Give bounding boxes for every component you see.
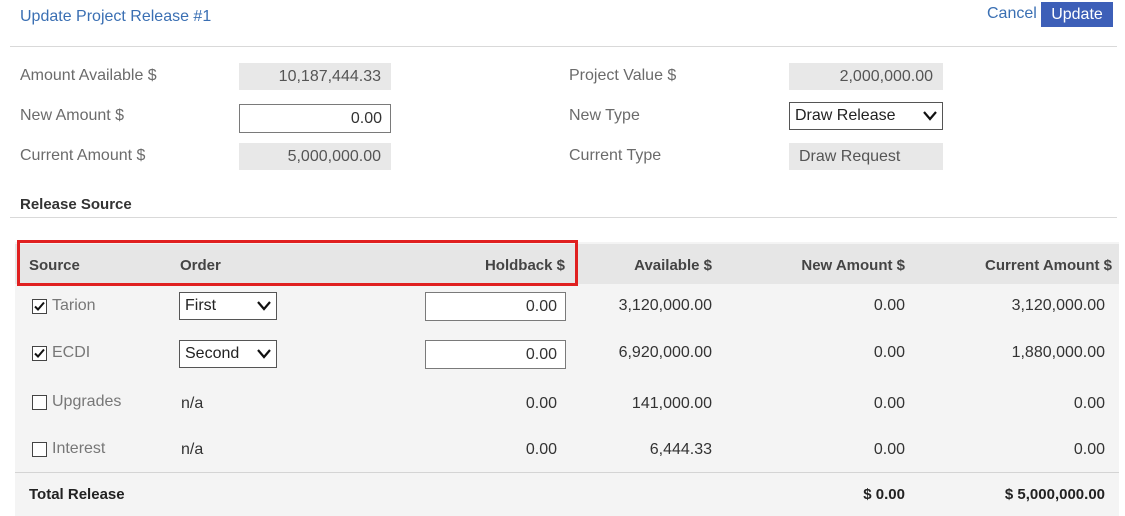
ecdi-order-value: Second	[185, 345, 240, 362]
new-type-select[interactable]: Draw Release	[789, 102, 943, 130]
interest-current-amount: 0.00	[1073, 441, 1105, 458]
interest-new-amount: 0.00	[873, 441, 905, 458]
ecdi-new-amount: 0.00	[873, 344, 905, 361]
chevron-down-icon	[257, 301, 271, 311]
total-release-label: Total Release	[29, 486, 125, 503]
ecdi-holdback-input[interactable]: 0.00	[425, 340, 566, 369]
checkmark-icon	[34, 348, 45, 358]
interest-order: n/a	[181, 441, 204, 458]
current-type-field: Draw Request	[789, 143, 943, 170]
upgrades-current-amount: 0.00	[1073, 395, 1105, 412]
source-label-interest: Interest	[52, 440, 106, 457]
interest-holdback: 0.00	[525, 441, 557, 458]
current-amount-label: Current Amount $	[20, 147, 146, 164]
chevron-down-icon	[257, 349, 271, 359]
checkmark-icon	[34, 301, 45, 311]
tarion-order-value: First	[185, 297, 217, 314]
project-value-label: Project Value $	[569, 67, 677, 84]
header-divider	[10, 46, 1117, 47]
interest-available: 6,444.33	[649, 441, 712, 458]
highlight-box	[17, 240, 578, 286]
tarion-checkbox[interactable]	[32, 299, 47, 314]
cancel-link[interactable]: Cancel	[987, 5, 1037, 23]
ecdi-checkbox[interactable]	[32, 346, 47, 361]
project-value-field: 2,000,000.00	[789, 63, 943, 90]
current-amount-field: 5,000,000.00	[239, 143, 391, 170]
tarion-new-amount: 0.00	[873, 297, 905, 314]
total-new-amount: $ 0.00	[863, 486, 905, 503]
ecdi-order-select[interactable]: Second	[179, 340, 277, 368]
page-title: Update Project Release #1	[20, 8, 212, 25]
current-type-label: Current Type	[569, 147, 662, 164]
new-amount-input[interactable]: 0.00	[239, 104, 391, 133]
upgrades-new-amount: 0.00	[873, 395, 905, 412]
col-new-amount: New Amount $	[801, 257, 905, 274]
col-available: Available $	[634, 257, 712, 274]
amount-available-field: 10,187,444.33	[239, 63, 391, 90]
amount-available-label: Amount Available $	[20, 67, 157, 84]
source-label-tarion: Tarion	[52, 297, 96, 314]
new-type-selected: Draw Release	[795, 107, 896, 124]
tarion-order-select[interactable]: First	[179, 292, 277, 320]
upgrades-order: n/a	[181, 395, 204, 412]
col-current-amount: Current Amount $	[985, 257, 1112, 274]
upgrades-available: 141,000.00	[631, 395, 712, 412]
source-label-upgrades: Upgrades	[52, 393, 122, 410]
chevron-down-icon	[923, 111, 937, 121]
tarion-available: 3,120,000.00	[618, 297, 712, 314]
new-type-label: New Type	[569, 107, 640, 124]
source-label-ecdi: ECDI	[52, 344, 91, 361]
upgrades-holdback: 0.00	[525, 395, 557, 412]
ecdi-current-amount: 1,880,000.00	[1011, 344, 1105, 361]
total-current-amount: $ 5,000,000.00	[1004, 486, 1105, 503]
release-source-title: Release Source	[20, 196, 132, 213]
total-divider	[15, 472, 1119, 473]
upgrades-checkbox[interactable]	[32, 395, 47, 410]
new-amount-label: New Amount $	[20, 107, 125, 124]
interest-checkbox[interactable]	[32, 442, 47, 457]
update-button[interactable]: Update	[1041, 2, 1113, 27]
section-divider	[10, 217, 1117, 218]
ecdi-available: 6,920,000.00	[618, 344, 712, 361]
tarion-current-amount: 3,120,000.00	[1011, 297, 1105, 314]
tarion-holdback-input[interactable]: 0.00	[425, 292, 566, 321]
